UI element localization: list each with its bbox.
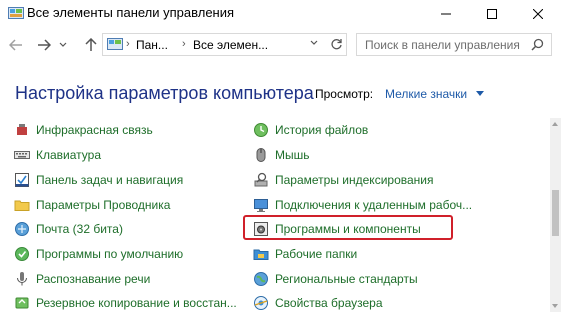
- item-label: Мышь: [275, 148, 310, 162]
- search-icon[interactable]: [531, 38, 544, 56]
- item-label: История файлов: [275, 123, 369, 137]
- item-label: Резервное копирование и восстан...: [36, 296, 237, 310]
- search-placeholder: Поиск в панели управления: [365, 38, 520, 52]
- up-button[interactable]: [81, 36, 101, 54]
- breadcrumb-separator: ›: [126, 38, 130, 50]
- item-infrared[interactable]: Инфракрасная связь: [14, 120, 153, 140]
- item-speech[interactable]: Распознавание речи: [14, 269, 150, 289]
- item-work-folders[interactable]: Рабочие папки: [253, 244, 357, 264]
- region-icon: [253, 271, 269, 287]
- item-region[interactable]: Региональные стандарты: [253, 269, 418, 289]
- infrared-icon: [14, 122, 30, 138]
- refresh-button[interactable]: [328, 36, 344, 52]
- item-label: Параметры индексирования: [275, 173, 434, 187]
- control-panel-icon: [107, 38, 123, 51]
- item-label: Клавиатура: [36, 148, 101, 162]
- item-folder-options[interactable]: Параметры Проводника: [14, 195, 170, 215]
- item-label: Распознавание речи: [36, 272, 151, 286]
- breadcrumb-segment[interactable]: Пан...: [136, 38, 168, 52]
- item-backup[interactable]: Резервное копирование и восстан...: [14, 293, 237, 312]
- item-default-programs[interactable]: Программы по умолчанию: [14, 244, 183, 264]
- window-title: Все элементы панели управления: [27, 5, 235, 20]
- highlight-box: [243, 215, 453, 240]
- item-label: Параметры Проводника: [36, 198, 171, 212]
- item-label: Почта (32 бита): [36, 222, 123, 236]
- address-dropdown[interactable]: [310, 38, 318, 49]
- folder-options-icon: [14, 197, 30, 213]
- breadcrumb-separator: ›: [182, 38, 186, 50]
- item-browser-properties[interactable]: Свойства браузера: [253, 293, 383, 312]
- scroll-down-arrow-icon[interactable]: [552, 304, 558, 308]
- item-remote-desktop[interactable]: Подключения к удаленным рабоч...: [253, 195, 472, 215]
- forward-button[interactable]: [34, 36, 54, 54]
- file-history-icon: [253, 122, 269, 138]
- recent-locations-button[interactable]: [56, 36, 70, 54]
- control-panel-icon: [8, 7, 24, 21]
- dropdown-arrow-icon[interactable]: [476, 91, 484, 96]
- arrow-right-icon: [38, 39, 51, 51]
- microphone-icon: [14, 271, 30, 287]
- scroll-up-arrow-icon[interactable]: [552, 122, 558, 126]
- title-bar: Все элементы панели управления: [0, 0, 561, 28]
- taskbar-icon: [14, 172, 30, 188]
- search-input[interactable]: Поиск в панели управления: [356, 33, 552, 56]
- item-file-history[interactable]: История файлов: [253, 120, 368, 140]
- close-button[interactable]: [515, 0, 561, 28]
- chevron-down-icon: [310, 40, 318, 45]
- mouse-icon: [253, 147, 269, 163]
- page-title: Настройка параметров компьютера: [15, 83, 314, 103]
- item-mouse[interactable]: Мышь: [253, 145, 310, 165]
- address-bar[interactable]: › Пан... › Все элемен...: [102, 33, 347, 56]
- chevron-down-icon: [59, 42, 67, 47]
- item-label: Инфракрасная связь: [36, 123, 153, 137]
- scrollbar-thumb[interactable]: [552, 190, 559, 236]
- item-label: Региональные стандарты: [275, 272, 418, 286]
- item-label: Рабочие папки: [275, 247, 358, 261]
- navigation-bar: › Пан... › Все элемен... Поиск в панели …: [0, 30, 561, 60]
- arrow-up-icon: [85, 38, 97, 51]
- arrow-left-icon: [9, 39, 22, 51]
- breadcrumb-segment[interactable]: Все элемен...: [193, 38, 268, 52]
- item-label: Подключения к удаленным рабоч...: [275, 198, 473, 212]
- back-button[interactable]: [6, 36, 26, 54]
- item-label: Программы по умолчанию: [36, 247, 184, 261]
- indexing-icon: [253, 172, 269, 188]
- view-label: Просмотр:: [315, 87, 374, 101]
- item-label: Свойства браузера: [275, 296, 383, 310]
- backup-icon: [14, 295, 30, 311]
- browser-properties-icon: [253, 295, 269, 311]
- remote-desktop-icon: [253, 197, 269, 213]
- item-indexing[interactable]: Параметры индексирования: [253, 170, 433, 190]
- view-mode-dropdown[interactable]: Мелкие значки: [385, 87, 467, 101]
- mail-icon: [14, 221, 30, 237]
- maximize-button[interactable]: [469, 0, 515, 28]
- item-label: Панель задач и навигация: [36, 173, 184, 187]
- default-programs-icon: [14, 246, 30, 262]
- item-taskbar[interactable]: Панель задач и навигация: [14, 170, 183, 190]
- vertical-scrollbar[interactable]: [550, 118, 561, 312]
- item-keyboard[interactable]: Клавиатура: [14, 145, 101, 165]
- refresh-icon: [330, 38, 342, 49]
- item-mail[interactable]: Почта (32 бита): [14, 219, 123, 239]
- work-folders-icon: [253, 246, 269, 262]
- keyboard-icon: [14, 147, 30, 163]
- minimize-button[interactable]: [423, 0, 469, 28]
